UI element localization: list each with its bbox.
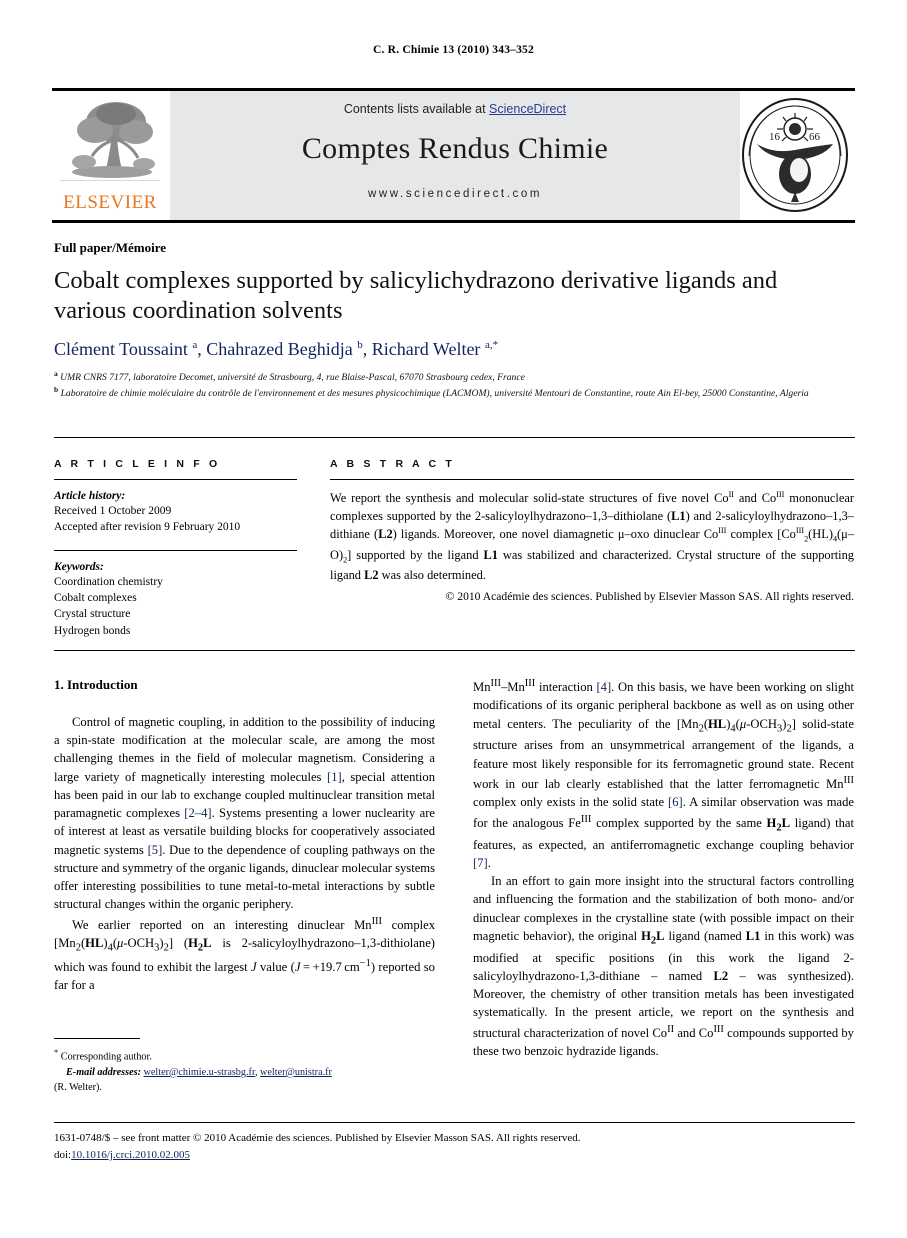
- info-rule-2: [54, 549, 297, 551]
- paragraph: Control of magnetic coupling, in additio…: [54, 714, 436, 912]
- article-title: Cobalt complexes supported by salicylich…: [54, 267, 778, 325]
- email-attribution: (R. Welter).: [54, 1081, 102, 1093]
- abstract-heading: A B S T R A C T: [330, 458, 455, 470]
- doi-label: doi:: [54, 1149, 72, 1162]
- svg-text:16: 16: [769, 131, 781, 143]
- affiliation-a: a UMR CNRS 7177, laboratoire Decomet, un…: [54, 369, 525, 384]
- keywords-label: Keywords:: [54, 560, 104, 573]
- email-link-1[interactable]: welter@chimie.u-strasbg.fr: [144, 1067, 255, 1078]
- corresponding-author-label: Corresponding author.: [60, 1051, 152, 1063]
- elsevier-tree-icon: [72, 102, 155, 178]
- seal-icon: 16 66: [742, 98, 848, 212]
- doi-link[interactable]: 10.1016/j.crci.2010.02.005: [71, 1149, 190, 1161]
- body-column-left: 1. Introduction Control of magnetic coup…: [54, 676, 435, 994]
- contents-prefix: Contents lists available at: [343, 102, 490, 116]
- email-label: E-mail addresses:: [66, 1066, 141, 1078]
- head-separator-rule: [54, 437, 855, 438]
- footnote-marker: *: [54, 1047, 59, 1057]
- abstract-rule: [330, 479, 854, 480]
- elsevier-logo: ELSEVIER: [56, 94, 164, 218]
- journal-masthead: ELSEVIER Contents lists available at Sci…: [52, 88, 855, 223]
- section-heading-introduction: 1. Introduction: [54, 677, 138, 692]
- keyword-item: Crystal structure: [54, 608, 131, 621]
- issn-copyright-line: 1631-0748/$ – see front matter © 2010 Ac…: [54, 1132, 581, 1144]
- elsevier-wordmark: ELSEVIER: [63, 192, 157, 213]
- info-rule-1: [54, 479, 297, 480]
- running-head: C. R. Chimie 13 (2010) 343–352: [373, 44, 534, 56]
- abstract-bottom-rule: [54, 650, 855, 651]
- svg-text:66: 66: [809, 131, 821, 143]
- journal-article-page: C. R. Chimie 13 (2010) 343–352 ELSEVIER …: [0, 0, 907, 1238]
- abstract-copyright: © 2010 Académie des sciences. Published …: [445, 590, 854, 604]
- keyword-item: Coordination chemistry: [54, 575, 163, 588]
- body-column-right: MnIII–MnIII interaction [4]. On this bas…: [473, 676, 854, 1060]
- sciencedirect-link[interactable]: ScienceDirect: [489, 102, 566, 116]
- paragraph: In an effort to gain more insight into t…: [473, 874, 855, 1058]
- footer-rule: [54, 1122, 855, 1124]
- doi-line: doi:10.1016/j.crci.2010.02.005: [54, 1147, 855, 1164]
- article-type-kicker: Full paper/Mémoire: [54, 240, 167, 255]
- author-list: Clément Toussaint a, Chahrazed Beghidja …: [54, 339, 499, 359]
- elsevier-rule-top: [60, 180, 160, 181]
- paragraph: We earlier reported on an interesting di…: [54, 915, 435, 993]
- abstract-text: We report the synthesis and molecular so…: [330, 490, 855, 583]
- article-history-accepted: Accepted after revision 9 February 2010: [54, 521, 241, 534]
- abstract-block: A B S T R A C T We report the synthesis …: [330, 458, 854, 603]
- contents-available-line: Contents lists available at ScienceDirec…: [170, 102, 740, 116]
- journal-title: Comptes Rendus Chimie: [301, 132, 609, 165]
- article-history-label: Article history:: [54, 490, 126, 502]
- masthead-bottom-rule: [52, 220, 855, 223]
- footnote-block: * Corresponding author. E-mail addresses…: [54, 1046, 435, 1095]
- article-info-block: A R T I C L E I N F O Article history: R…: [54, 458, 297, 639]
- article-history-received: Received 1 October 2009: [54, 505, 172, 517]
- keyword-item: Hydrogen bonds: [54, 624, 131, 637]
- article-info-heading: A R T I C L E I N F O: [54, 458, 221, 470]
- affiliation-b: b Laboratoire de chimie moléculaire du c…: [54, 385, 809, 400]
- keyword-item: Cobalt complexes: [54, 591, 137, 604]
- footnote-rule: [54, 1038, 140, 1040]
- academie-des-sciences-seal: 16 66: [739, 96, 851, 214]
- email-line: E-mail addresses: welter@chimie.u-strasb…: [54, 1065, 435, 1080]
- paragraph: MnIII–MnIII interaction [4]. On this bas…: [473, 678, 855, 870]
- footer-block: 1631-0748/$ – see front matter © 2010 Ac…: [54, 1130, 855, 1164]
- corresponding-author-note: * Corresponding author.: [54, 1046, 435, 1065]
- journal-url[interactable]: www.sciencedirect.com: [170, 188, 740, 200]
- affiliations: a UMR CNRS 7177, laboratoire Decomet, un…: [54, 369, 854, 401]
- email-link-2[interactable]: welter@unistra.fr: [260, 1067, 332, 1078]
